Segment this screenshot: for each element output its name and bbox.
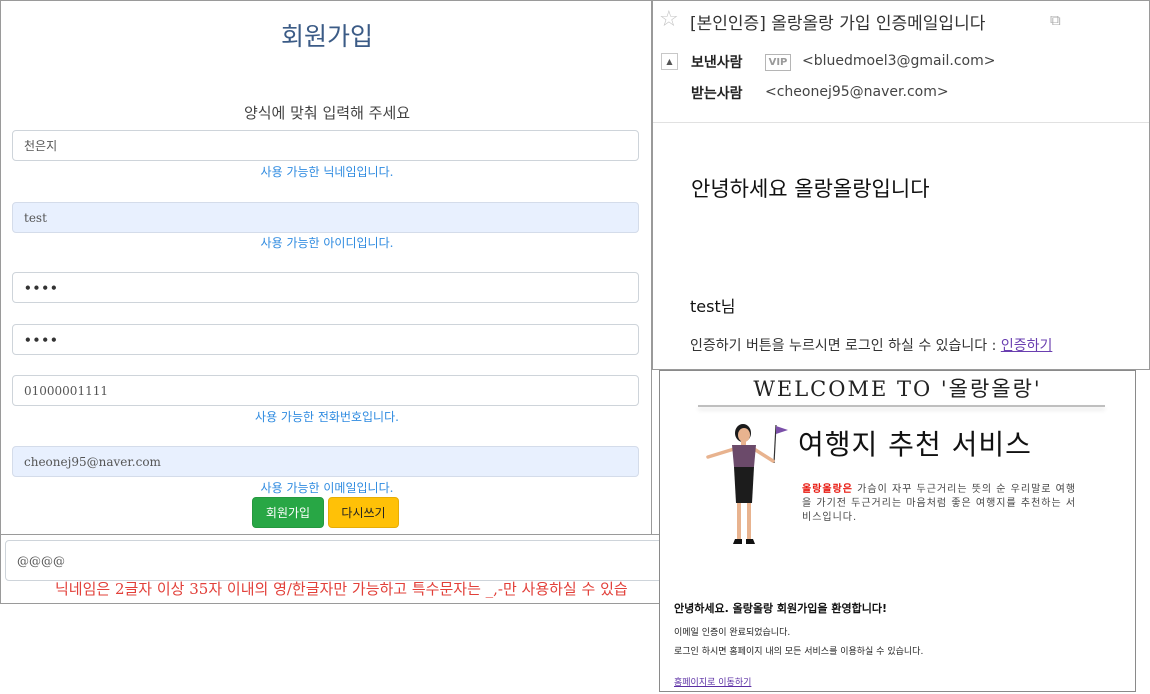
verification-complete-text: 이메일 인증이 완료되었습니다.: [674, 628, 791, 638]
welcome-page-panel: WELCOME TO '올랑올랑' 여행지 추천 서비스 올랑올랑은 가슴이 자…: [659, 370, 1136, 692]
email-hint: 사용 가능한 이메일입니다.: [260, 481, 394, 495]
star-icon[interactable]: ☆: [659, 7, 679, 32]
email-input[interactable]: cheonej95@naver.com: [12, 446, 639, 477]
nickname-validation-panel: @@@@ 닉네임은 2글자 이상 35자 이내의 영/한글자만 가능하고 특수문…: [0, 534, 672, 604]
reset-button[interactable]: 다시쓰기: [328, 497, 399, 528]
signup-submit-button[interactable]: 회원가입: [252, 497, 324, 528]
traveler-illustration: [706, 424, 788, 544]
password-confirm-input[interactable]: ••••: [12, 324, 639, 355]
email-body-text: 인증하기 버튼을 누르시면 로그인 하실 수 있습니다 :: [690, 338, 1001, 354]
email-greeting: 안녕하세요 올랑올랑입니다: [691, 177, 930, 201]
nickname-invalid-input[interactable]: @@@@: [5, 540, 667, 581]
signup-form-panel: 회원가입 양식에 맞춰 입력해 주세요 천은지 사용 가능한 닉네임입니다. t…: [0, 0, 652, 535]
title-divider: [698, 405, 1105, 407]
login-info-text: 로그인 하시면 홈페이지 내의 모든 서비스를 이용하실 수 있습니다.: [674, 647, 924, 657]
email-body: 인증하기 버튼을 누르시면 로그인 하실 수 있습니다 : 인증하기: [690, 335, 1052, 355]
vip-badge: VIP: [765, 54, 791, 71]
form-instruction: 양식에 맞춰 입력해 주세요: [243, 104, 411, 122]
userid-input[interactable]: test: [12, 202, 639, 233]
sender-label: 보낸사람: [691, 55, 743, 71]
page-title: 회원가입: [280, 22, 373, 51]
recipient-label: 받는사람: [691, 86, 743, 102]
welcome-message: 안녕하세요. 올랑올랑 회원가입을 환영합니다!: [674, 602, 887, 615]
welcome-title: WELCOME TO '올랑올랑': [753, 377, 1042, 401]
brand-name: 올랑올랑은: [802, 484, 853, 495]
nickname-input[interactable]: 천은지: [12, 130, 639, 161]
nickname-hint: 사용 가능한 닉네임입니다.: [260, 165, 394, 179]
verify-link[interactable]: 인증하기: [1001, 338, 1053, 354]
email-username: test님: [690, 297, 736, 316]
nickname-error-message: 닉네임은 2글자 이상 35자 이내의 영/한글자만 가능하고 특수문자는 _,…: [55, 580, 628, 598]
verification-email-panel: ☆ [본인인증] 올랑올랑 가입 인증메일입니다 ⧉ ▲ 보낸사람 VIP <b…: [652, 0, 1150, 370]
collapse-toggle-icon[interactable]: ▲: [661, 53, 678, 70]
service-title: 여행지 추천 서비스: [798, 428, 1032, 461]
header-divider: [653, 122, 1149, 123]
sender-address[interactable]: <bluedmoel3@gmail.com>: [802, 53, 995, 69]
service-description: 올랑올랑은 가슴이 자꾸 두근거리는 뜻의 순 우리말로 여행을 가기전 두근거…: [802, 483, 1084, 525]
phone-input[interactable]: 01000001111: [12, 375, 639, 406]
go-home-link[interactable]: 홈페이지로 이동하기: [674, 675, 751, 688]
phone-hint: 사용 가능한 전화번호입니다.: [255, 410, 399, 424]
email-subject: [본인인증] 올랑올랑 가입 인증메일입니다: [690, 14, 986, 34]
external-link-icon[interactable]: ⧉: [1050, 11, 1061, 29]
userid-hint: 사용 가능한 아이디입니다.: [260, 236, 394, 250]
recipient-address[interactable]: <cheonej95@naver.com>: [765, 84, 949, 100]
password-input[interactable]: ••••: [12, 272, 639, 303]
